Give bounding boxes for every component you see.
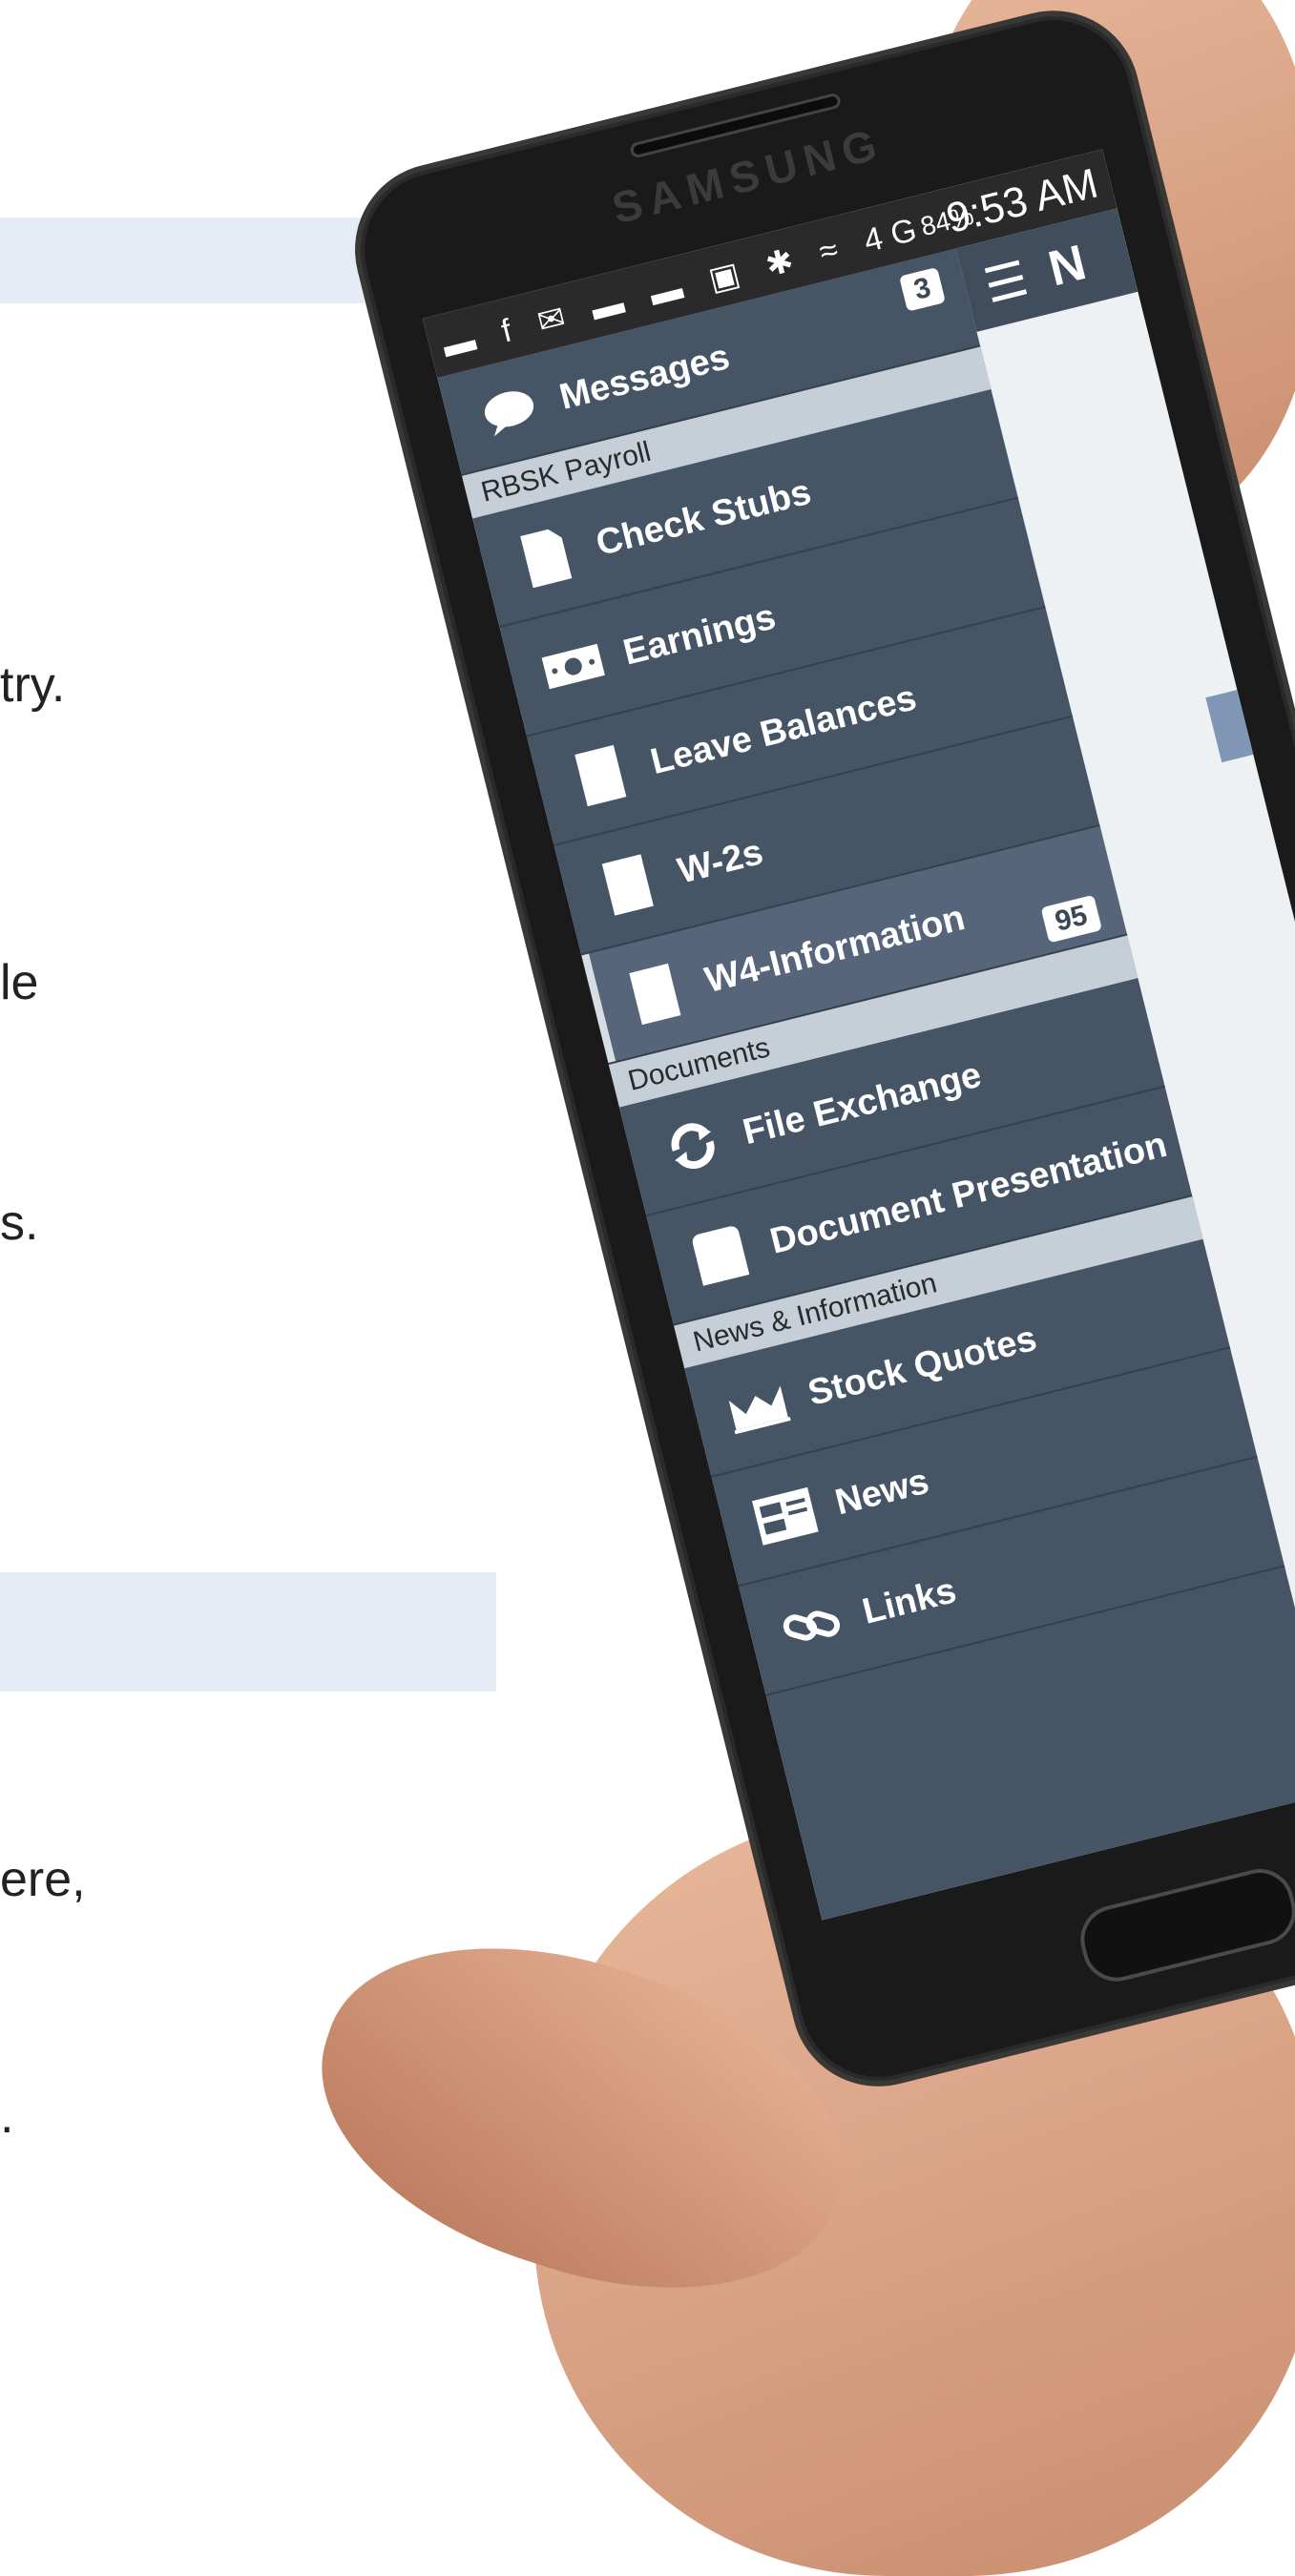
- drawer-item-label: Links: [858, 1569, 961, 1632]
- phone-screen: ▬ f ✉ ▬ ▬ ▣ ✱ ≈ 4G 84% 9:53 AM ☰ N Messa…: [422, 149, 1295, 1921]
- link-icon: [775, 1597, 850, 1654]
- folder-icon: [681, 1222, 759, 1288]
- newspaper-icon: [747, 1486, 824, 1548]
- menu-icon[interactable]: ☰: [978, 250, 1034, 314]
- money-icon: [537, 643, 610, 691]
- drawer-item-label: News: [831, 1461, 933, 1523]
- chat-bubble-icon: [472, 383, 548, 440]
- app-title: N: [1043, 235, 1092, 298]
- background-section-band: [0, 1572, 496, 1692]
- messages-badge: 3: [899, 266, 947, 312]
- home-button[interactable]: [1073, 1861, 1295, 1989]
- background-text-3: s.: [0, 1195, 39, 1251]
- document-icon: [507, 523, 584, 591]
- phone: SAMSUNG ▬ f ✉ ▬ ▬ ▣ ✱ ≈ 4G 84% 9:53 AM ☰…: [344, 0, 1295, 2098]
- refresh-icon: [654, 1112, 731, 1180]
- content-card: [1205, 688, 1260, 763]
- drawer-item-label: Messages: [555, 336, 734, 418]
- background-text-4: ere,: [0, 1852, 86, 1907]
- drawer-item-label: Earnings: [618, 596, 780, 674]
- background-text-5: .: [0, 2088, 14, 2144]
- chart-icon: [721, 1379, 796, 1436]
- document-icon: [589, 851, 666, 919]
- document-icon: [562, 741, 639, 809]
- selection-indicator: [581, 953, 616, 1064]
- document-icon: [616, 960, 694, 1028]
- phone-body: SAMSUNG ▬ f ✉ ▬ ▬ ▣ ✱ ≈ 4G 84% 9:53 AM ☰…: [344, 0, 1295, 2098]
- drawer-item-label: W-2s: [674, 831, 767, 892]
- background-text-2: le: [0, 955, 39, 1010]
- background-text-1: try.: [0, 657, 66, 713]
- drawer-item-label: File Exchange: [739, 1054, 986, 1153]
- drawer-item-label: Check Stubs: [592, 471, 815, 564]
- drawer-item-label: Stock Quotes: [804, 1318, 1041, 1414]
